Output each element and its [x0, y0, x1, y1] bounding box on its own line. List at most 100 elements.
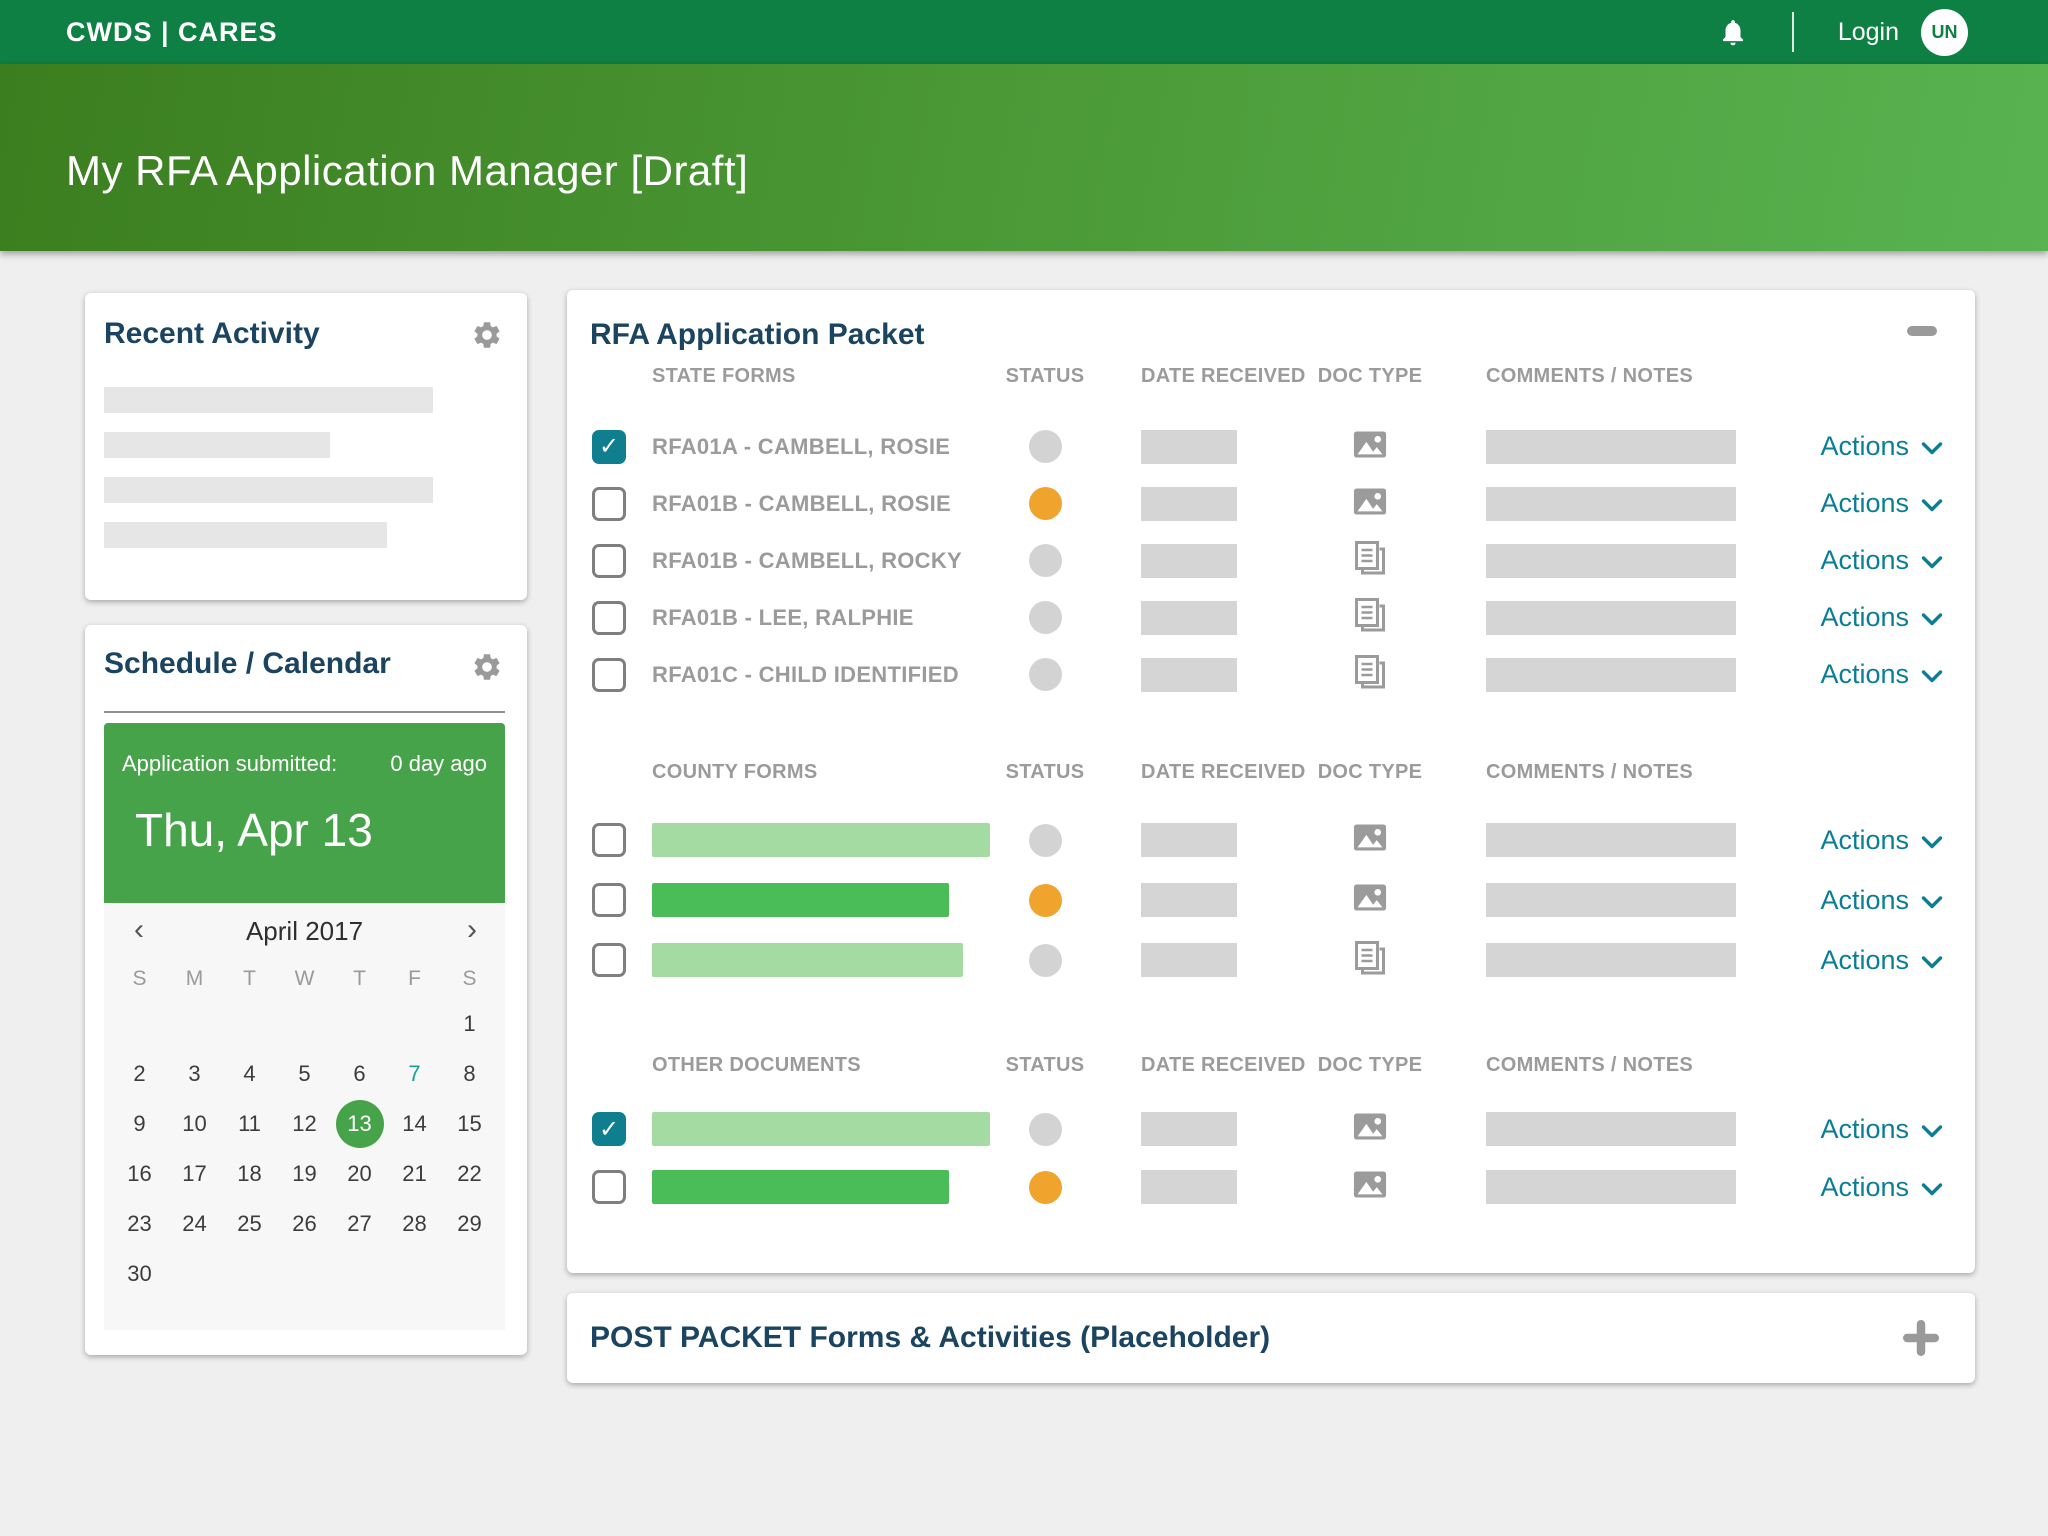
form-name: RFA01B - CAMBELL, ROSIE	[652, 490, 952, 516]
column-header-status: STATUS	[1005, 1053, 1085, 1076]
actions-dropdown[interactable]: Actions	[1820, 431, 1943, 462]
chevron-down-icon	[1909, 602, 1943, 633]
packet-sections: STATE FORMS STATUS DATE RECEIVED DOC TYPE CO…	[567, 358, 1975, 1216]
calendar-day[interactable]: 20	[332, 1149, 387, 1199]
submitted-ago: 0 day ago	[390, 751, 487, 776]
schedule-settings-gear-icon[interactable]	[471, 651, 503, 683]
calendar-day[interactable]: 13	[332, 1099, 387, 1149]
row-checkbox[interactable]: ✓	[592, 429, 626, 464]
actions-dropdown[interactable]: Actions	[1820, 1114, 1943, 1145]
calendar-weekday: T	[353, 967, 366, 990]
brand-logo[interactable]: CWDS | CARES	[66, 17, 278, 48]
actions-dropdown[interactable]: Actions	[1820, 659, 1943, 690]
row-checkbox[interactable]	[592, 823, 626, 857]
row-checkbox[interactable]	[592, 943, 626, 977]
packet-row: RFA01B - CAMBELL, ROCKY Actions	[567, 532, 1975, 589]
row-checkbox[interactable]	[592, 486, 626, 521]
calendar-day[interactable]: 6	[332, 1049, 387, 1099]
actions-dropdown[interactable]: Actions	[1820, 488, 1943, 519]
calendar-day[interactable]: 4	[222, 1049, 277, 1099]
page-header: My RFA Application Manager [Draft]	[0, 64, 2048, 251]
calendar-day[interactable]: 21	[387, 1149, 442, 1199]
status-indicator	[1028, 487, 1062, 520]
status-indicator	[1028, 1112, 1062, 1146]
actions-dropdown[interactable]: Actions	[1820, 602, 1943, 633]
calendar-day[interactable]: 12	[277, 1099, 332, 1149]
expand-plus-icon[interactable]	[1903, 1320, 1939, 1356]
packet-row: RFA01B - LEE, RALPHIE Actions	[567, 589, 1975, 646]
comments-notes-placeholder	[1486, 1112, 1736, 1146]
row-checkbox[interactable]	[592, 543, 626, 578]
calendar-day[interactable]: 8	[442, 1049, 497, 1099]
calendar-day-grid: 1 2 3 4 5 6 7 8 9 10 11 12 13 14 15 16 17 18 19 20 21 22 23 24 2…	[104, 999, 505, 1299]
calendar-day[interactable]: 25	[222, 1199, 277, 1249]
actions-label: Actions	[1820, 884, 1909, 915]
login-link[interactable]: Login	[1838, 18, 1899, 47]
date-received-placeholder	[1141, 543, 1237, 578]
form-name-placeholder	[652, 1170, 949, 1204]
row-checkbox[interactable]	[592, 600, 626, 635]
actions-dropdown[interactable]: Actions	[1820, 825, 1943, 856]
calendar-day[interactable]: 10	[167, 1099, 222, 1149]
actions-label: Actions	[1820, 1171, 1909, 1202]
calendar-day[interactable]: 18	[222, 1149, 277, 1199]
calendar-day[interactable]: 28	[387, 1199, 442, 1249]
actions-dropdown[interactable]: Actions	[1820, 545, 1943, 576]
column-header-date-received: DATE RECEIVED	[1141, 1053, 1306, 1076]
row-checkbox[interactable]	[592, 1170, 626, 1204]
actions-dropdown[interactable]: Actions	[1820, 885, 1943, 916]
calendar-day[interactable]: 5	[277, 1049, 332, 1099]
calendar-day[interactable]: 15	[442, 1099, 497, 1149]
calendar-day[interactable]: 29	[442, 1199, 497, 1249]
row-checkbox[interactable]	[592, 657, 626, 692]
doc-type-image-icon	[1352, 883, 1388, 917]
recent-activity-settings-gear-icon[interactable]	[471, 319, 503, 351]
calendar-day[interactable]: 24	[167, 1199, 222, 1249]
row-checkbox[interactable]	[592, 883, 626, 917]
calendar-day[interactable]: 11	[222, 1099, 277, 1149]
topbar-right-group: Login UN	[1718, 8, 1968, 56]
doc-type-document-icon	[1355, 598, 1385, 637]
calendar-day[interactable]: 27	[332, 1199, 387, 1249]
calendar-next-month-button[interactable]: ›	[467, 909, 477, 951]
calendar-day[interactable]: 16	[112, 1149, 167, 1199]
calendar-prev-month-button[interactable]: ‹	[134, 909, 144, 951]
form-name: RFA01A - CAMBELL, ROSIE	[652, 433, 951, 459]
comments-notes-placeholder	[1486, 657, 1736, 692]
form-name-placeholder	[652, 943, 963, 977]
calendar-day[interactable]: 9	[112, 1099, 167, 1149]
date-received-placeholder	[1141, 1112, 1237, 1146]
calendar-day[interactable]: 7	[387, 1049, 442, 1099]
doc-type-document-icon	[1355, 655, 1385, 694]
calendar-day[interactable]: 19	[277, 1149, 332, 1199]
calendar-day[interactable]: 2	[112, 1049, 167, 1099]
calendar-day[interactable]: 3	[167, 1049, 222, 1099]
packet-row: RFA01B - CAMBELL, ROSIE Actions	[567, 475, 1975, 532]
comments-notes-placeholder	[1486, 883, 1736, 917]
calendar-day[interactable]: 1	[442, 999, 497, 1049]
chevron-down-icon	[1909, 825, 1943, 856]
recent-activity-card: Recent Activity	[85, 293, 527, 600]
doc-type-document-icon	[1355, 940, 1385, 980]
calendar-day[interactable]: 17	[167, 1149, 222, 1199]
status-indicator	[1028, 1170, 1062, 1204]
packet-row: Actions	[567, 930, 1975, 990]
calendar-day-empty	[387, 1249, 442, 1299]
collapse-minus-icon[interactable]	[1907, 326, 1937, 336]
calendar-weekday: M	[185, 967, 204, 990]
calendar-day[interactable]: 14	[387, 1099, 442, 1149]
actions-label: Actions	[1820, 488, 1909, 518]
calendar-day-empty	[332, 1249, 387, 1299]
packet-title: RFA Application Packet	[590, 318, 925, 351]
calendar-day[interactable]: 22	[442, 1149, 497, 1199]
calendar-day[interactable]: 30	[112, 1249, 167, 1299]
calendar-day[interactable]: 23	[112, 1199, 167, 1249]
calendar-day[interactable]: 26	[277, 1199, 332, 1249]
user-avatar[interactable]: UN	[1921, 8, 1968, 56]
doc-type-image-icon	[1352, 1170, 1388, 1204]
actions-dropdown[interactable]: Actions	[1820, 945, 1943, 976]
notifications-bell-icon[interactable]	[1718, 15, 1748, 49]
actions-dropdown[interactable]: Actions	[1820, 1172, 1943, 1203]
row-checkbox[interactable]: ✓	[592, 1112, 626, 1146]
doc-type-image-icon	[1352, 1112, 1388, 1146]
